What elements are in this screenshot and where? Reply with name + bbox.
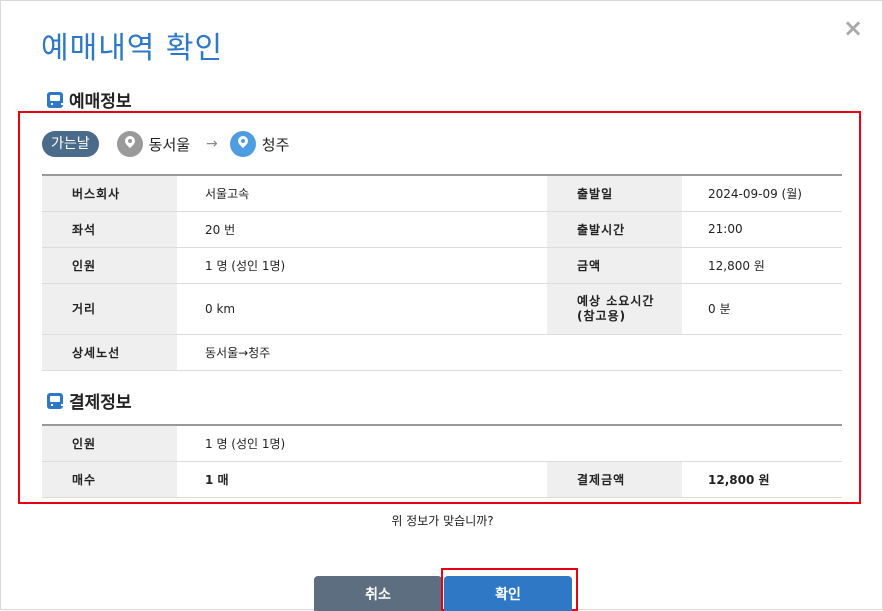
ticket-count-value: 1 매	[177, 461, 547, 498]
payment-people-value: 1 명 (성인 1명)	[177, 424, 842, 462]
close-icon[interactable]: ×	[842, 16, 864, 40]
route-detail-label: 상세노선	[42, 334, 177, 371]
payment-people-label: 인원	[42, 424, 177, 462]
confirm-button[interactable]: 확인	[444, 576, 572, 611]
reservation-section-heading: 예매정보	[47, 87, 132, 112]
dialog-title: 예매내역 확인	[41, 31, 224, 66]
time-value: 21:00	[682, 211, 842, 248]
table-row: 거리 0 km 예상 소요시간 (참고용) 0 분	[42, 283, 842, 335]
table-row: 인원 1 명 (성인 1명)	[42, 424, 842, 462]
bus-icon	[47, 392, 63, 409]
payment-heading-label: 결제정보	[69, 393, 132, 413]
seat-value: 20 번	[177, 211, 547, 248]
people-label: 인원	[42, 247, 177, 284]
people-value: 1 명 (성인 1명)	[177, 247, 547, 284]
table-row: 좌석 20 번 출발시간 21:00	[42, 211, 842, 248]
origin-name: 동서울	[148, 135, 191, 154]
company-value: 서울고속	[177, 174, 547, 212]
table-row: 인원 1 명 (성인 1명) 금액 12,800 원	[42, 247, 842, 284]
table-row: 버스회사 서울고속 출발일 2024-09-09 (월)	[42, 174, 842, 212]
reservation-confirm-dialog: 예매내역 확인 × 예매정보 가는날 동서울 → 청주 버스회사 서울고속 출발…	[0, 0, 883, 611]
total-amount-label: 결제금액	[547, 461, 682, 498]
duration-value: 0 분	[682, 283, 842, 335]
route-detail-value: 동서울→청주	[177, 334, 842, 371]
destination-name: 청주	[261, 135, 290, 154]
reservation-heading-label: 예매정보	[69, 92, 132, 112]
arrow-right-icon: →	[206, 136, 218, 152]
total-amount-value: 12,800 원	[682, 461, 842, 498]
payment-table: 인원 1 명 (성인 1명) 매수 1 매 결제금액 12,800 원	[42, 424, 842, 498]
payment-section-heading: 결제정보	[47, 388, 132, 413]
duration-label: 예상 소요시간 (참고용)	[547, 283, 682, 335]
trip-badge: 가는날	[42, 131, 99, 157]
amount-label: 금액	[547, 247, 682, 284]
bus-icon	[47, 91, 63, 108]
date-value: 2024-09-09 (월)	[682, 174, 842, 212]
cancel-button[interactable]: 취소	[314, 576, 442, 611]
date-label: 출발일	[547, 174, 682, 212]
route-summary: 가는날 동서울 → 청주	[42, 130, 289, 158]
ticket-count-label: 매수	[42, 461, 177, 498]
table-row: 상세노선 동서울→청주	[42, 334, 842, 371]
company-label: 버스회사	[42, 174, 177, 212]
amount-value: 12,800 원	[682, 247, 842, 284]
reservation-table: 버스회사 서울고속 출발일 2024-09-09 (월) 좌석 20 번 출발시…	[42, 174, 842, 371]
destination-pin-icon	[229, 131, 256, 157]
confirm-question: 위 정보가 맞습니까?	[391, 514, 494, 528]
distance-label: 거리	[42, 283, 177, 335]
time-label: 출발시간	[547, 211, 682, 248]
origin-pin-icon	[116, 131, 143, 157]
seat-label: 좌석	[42, 211, 177, 248]
distance-value: 0 km	[177, 283, 547, 335]
table-row: 매수 1 매 결제금액 12,800 원	[42, 461, 842, 498]
